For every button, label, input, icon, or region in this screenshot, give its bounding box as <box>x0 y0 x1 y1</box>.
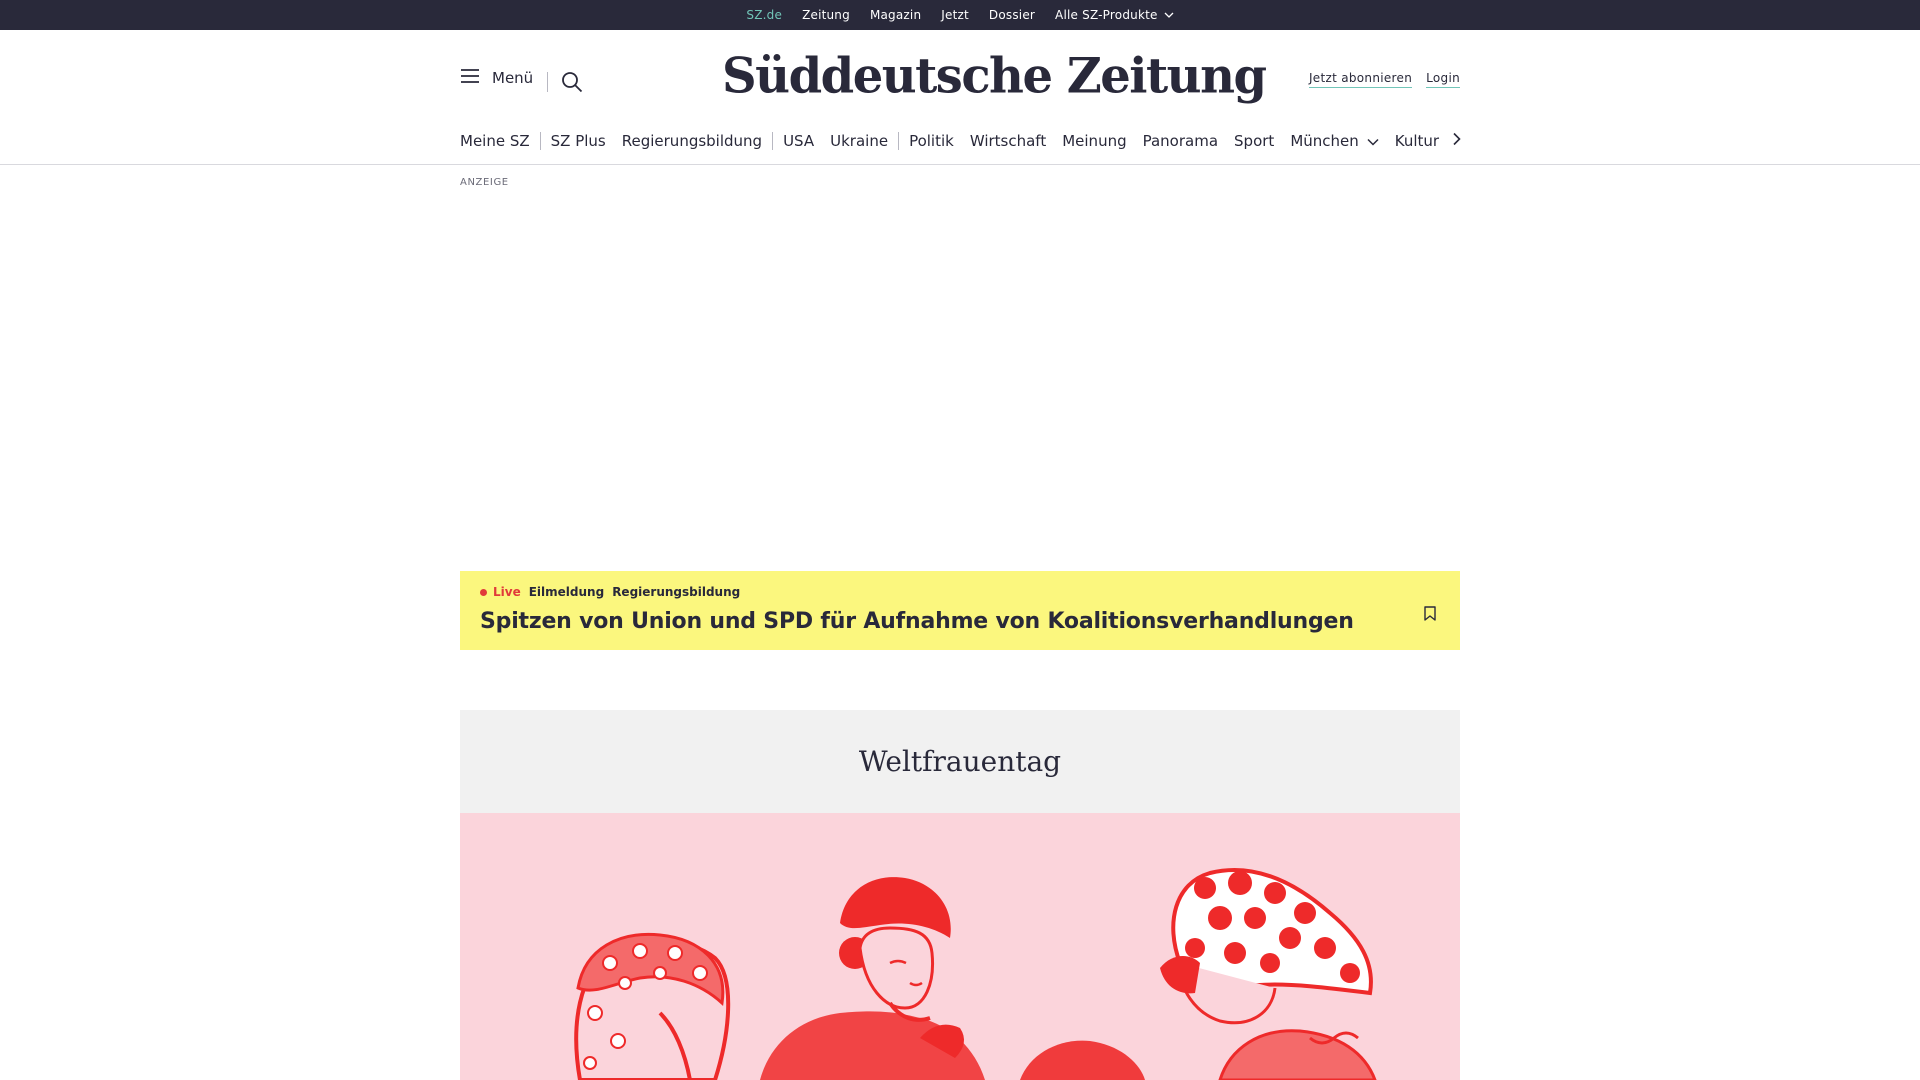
all-products-label: Alle SZ-Produkte <box>1055 8 1158 22</box>
section-wirtschaft[interactable]: Wirtschaft <box>962 132 1054 150</box>
breaking-tag-eilmeldung: Eilmeldung <box>528 585 605 599</box>
live-dot-icon <box>480 588 487 596</box>
feature-illustration[interactable] <box>460 813 1460 1080</box>
product-link-zeitung[interactable]: Zeitung <box>802 8 850 22</box>
subscribe-link[interactable]: Jetzt abonnieren <box>1308 71 1413 88</box>
product-bar: SZ.de Zeitung Magazin Jetzt Dossier Alle… <box>0 0 1920 33</box>
feature-header: Weltfrauentag <box>460 710 1460 813</box>
product-link-all-products[interactable]: Alle SZ-Produkte <box>1055 8 1174 22</box>
chevron-down-icon <box>1367 132 1379 150</box>
breaking-news-teaser[interactable]: Live Eilmeldung Regierungsbildung Spitze… <box>460 571 1460 650</box>
chevron-right-icon[interactable] <box>1452 131 1462 150</box>
header-divider <box>547 72 548 92</box>
bookmark-icon[interactable] <box>1424 606 1436 625</box>
breaking-headline[interactable]: Spitzen von Union und SPD für Aufnahme v… <box>480 609 1354 634</box>
section-meine-sz[interactable]: Meine SZ <box>460 132 541 150</box>
live-badge: Live <box>480 585 521 599</box>
menu-icon <box>460 68 480 88</box>
account-links: Jetzt abonnieren Login <box>1308 71 1460 88</box>
feature-title[interactable]: Weltfrauentag <box>859 745 1061 778</box>
section-politik[interactable]: Politik <box>899 132 962 150</box>
search-icon <box>561 72 583 97</box>
ad-label: ANZEIGE <box>460 177 509 188</box>
section-panorama[interactable]: Panorama <box>1135 132 1226 150</box>
section-kultur[interactable]: Kultur <box>1387 132 1447 150</box>
section-sport[interactable]: Sport <box>1226 132 1282 150</box>
site-header: Menü Süddeutsche Zeitung Jetzt abonniere… <box>0 30 1920 165</box>
chevron-down-icon <box>1164 12 1174 18</box>
menu-label: Menü <box>492 69 534 87</box>
section-muenchen-label: München <box>1290 132 1359 150</box>
product-nav: SZ.de Zeitung Magazin Jetzt Dossier Alle… <box>0 0 1920 33</box>
section-sz-plus[interactable]: SZ Plus <box>541 132 614 150</box>
breaking-tag-topic: Regierungsbildung <box>612 585 741 599</box>
product-link-magazin[interactable]: Magazin <box>870 8 921 22</box>
section-nav: Meine SZ SZ Plus Regierungsbildung USA U… <box>460 130 1460 152</box>
site-logo[interactable]: Süddeutsche Zeitung <box>722 47 1267 104</box>
login-link[interactable]: Login <box>1426 71 1460 88</box>
product-link-sz-de[interactable]: SZ.de <box>746 8 782 33</box>
product-link-jetzt[interactable]: Jetzt <box>941 8 969 22</box>
section-muenchen[interactable]: München <box>1282 132 1386 150</box>
section-ukraine[interactable]: Ukraine <box>822 132 900 150</box>
search-button[interactable] <box>561 71 583 97</box>
menu-button[interactable]: Menü <box>460 68 533 88</box>
section-meinung[interactable]: Meinung <box>1054 132 1134 150</box>
section-regierungsbildung[interactable]: Regierungsbildung <box>614 132 774 150</box>
breaking-meta: Live Eilmeldung Regierungsbildung <box>480 585 740 599</box>
women-illustration-image <box>574 868 1377 1080</box>
product-link-dossier[interactable]: Dossier <box>989 8 1035 22</box>
live-label: Live <box>493 585 521 599</box>
section-usa[interactable]: USA <box>773 132 822 150</box>
